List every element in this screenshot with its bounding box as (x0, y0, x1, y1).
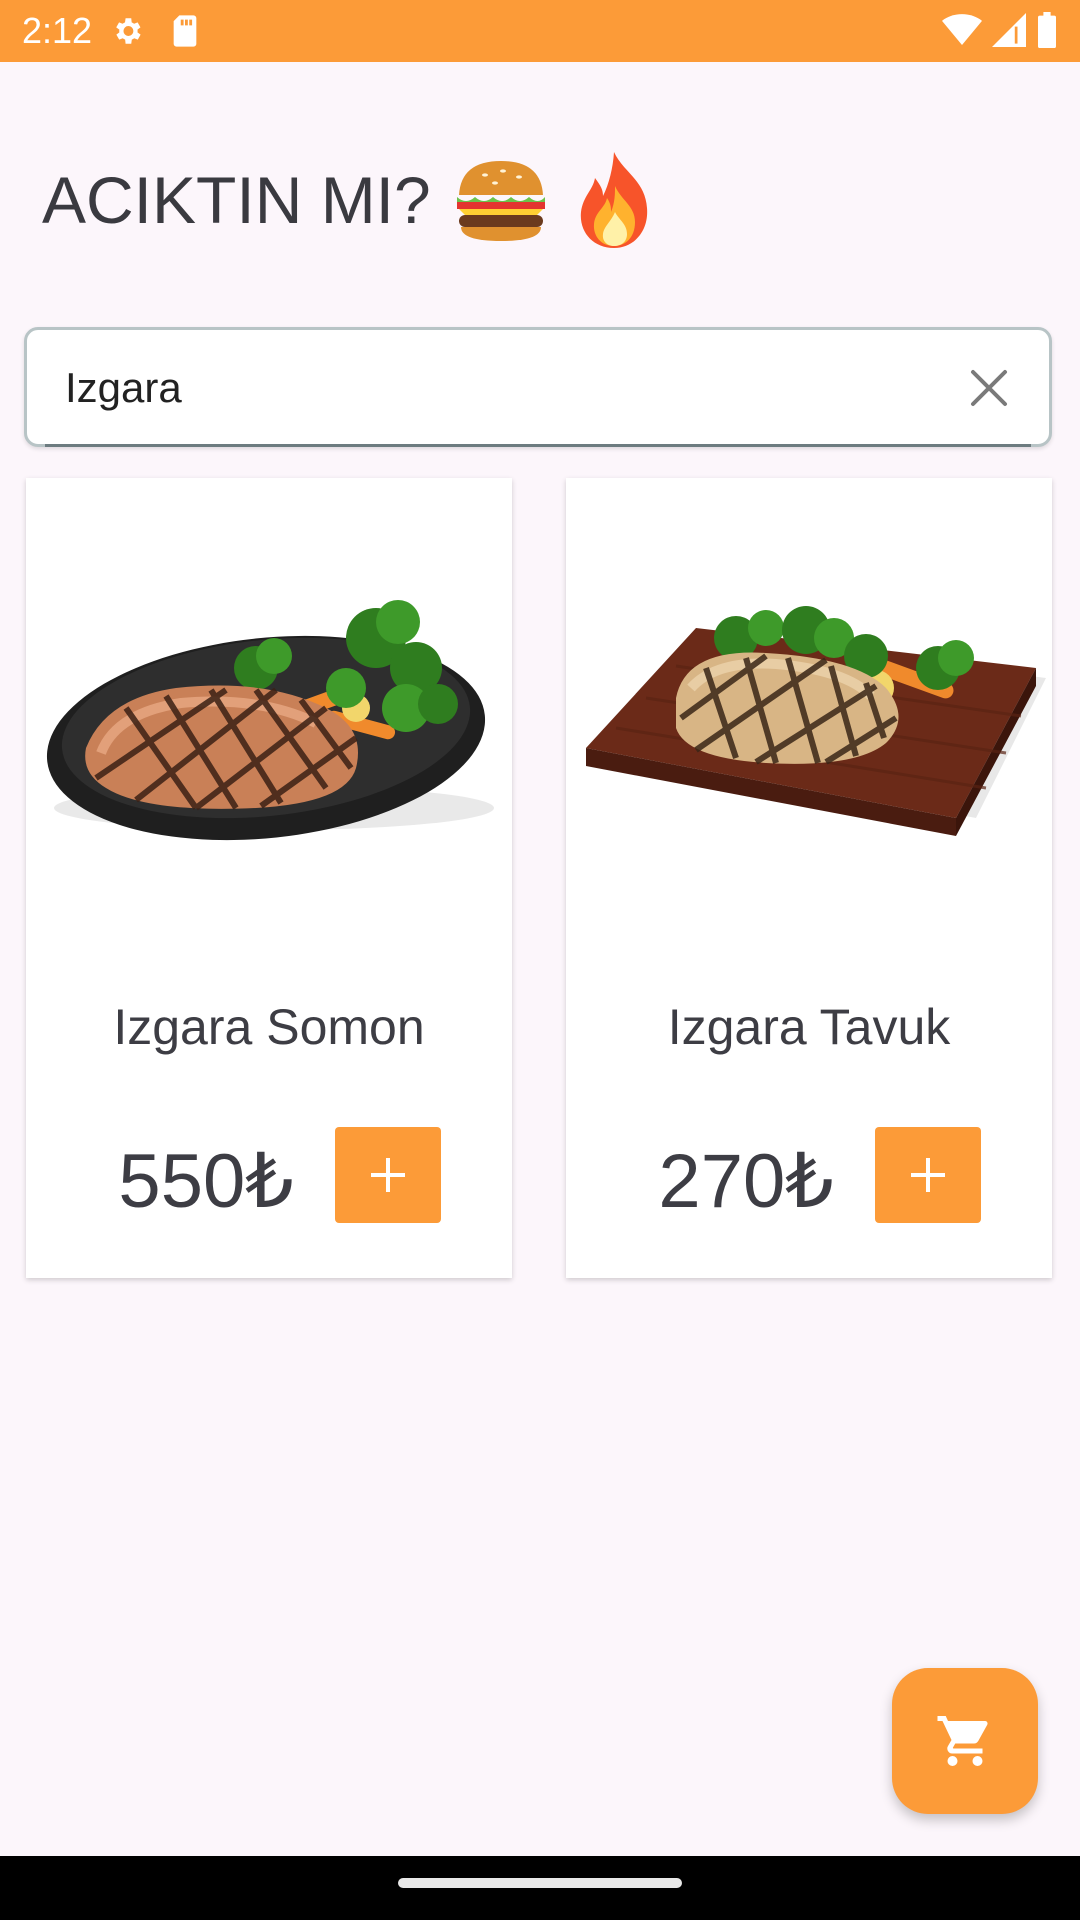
grilled-chicken-image (566, 518, 1052, 858)
product-card[interactable]: Izgara Tavuk 270₺ (566, 478, 1052, 1278)
signal-icon (992, 13, 1026, 52)
add-to-cart-button[interactable] (875, 1127, 981, 1223)
grilled-salmon-image (26, 518, 512, 858)
add-to-cart-button[interactable] (335, 1127, 441, 1223)
plus-icon (371, 1158, 405, 1192)
product-name: Izgara Tavuk (667, 999, 951, 1055)
product-name: Izgara Somon (113, 999, 425, 1055)
search-input[interactable] (63, 354, 907, 422)
page-title-text: ACIKTIN MI? (42, 163, 431, 237)
product-price: 550₺ (118, 1139, 294, 1224)
status-time: 2:12 (22, 10, 93, 51)
search-underline (45, 444, 1031, 447)
plus-icon (911, 1158, 945, 1192)
wifi-icon (942, 13, 982, 52)
fire-emoji (571, 150, 657, 250)
sd-card-icon (170, 14, 200, 53)
product-card[interactable]: Izgara Somon 550₺ (26, 478, 512, 1278)
gear-icon (110, 14, 144, 53)
navigation-bar (0, 1856, 1080, 1920)
close-icon[interactable] (967, 366, 1011, 410)
burger-emoji (451, 155, 551, 245)
battery-icon (1036, 12, 1058, 53)
cart-icon (937, 1716, 988, 1766)
status-bar: 2:12 (0, 0, 1080, 62)
search-box (24, 327, 1052, 447)
page-title: ACIKTIN MI? (42, 140, 657, 260)
product-price: 270₺ (658, 1139, 834, 1224)
cart-button[interactable] (892, 1668, 1038, 1814)
home-handle[interactable] (398, 1878, 682, 1888)
